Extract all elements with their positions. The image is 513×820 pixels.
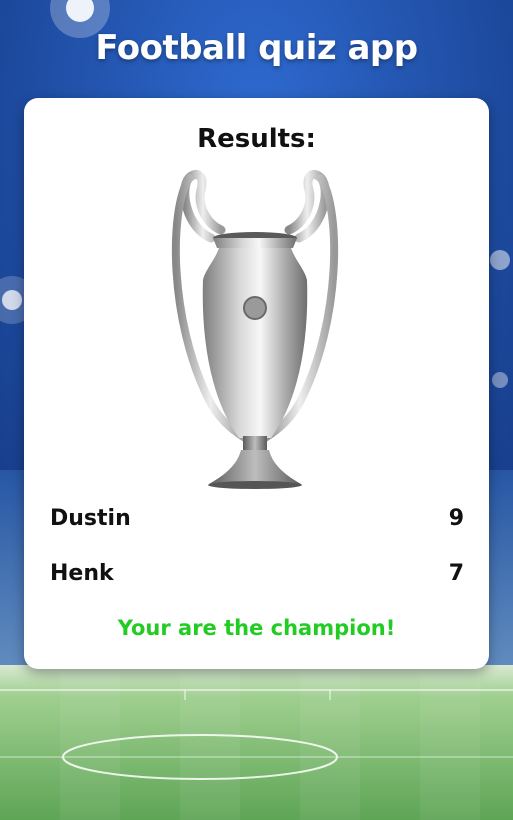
champions-trophy-icon bbox=[149, 170, 363, 500]
player-score: 9 bbox=[448, 506, 464, 531]
results-heading: Results: bbox=[197, 124, 316, 154]
score-row: Henk 7 bbox=[50, 561, 464, 591]
score-row: Dustin 9 bbox=[50, 506, 464, 536]
player-name: Dustin bbox=[50, 506, 131, 531]
results-card: Results: Dustin 9 Henk 7 Your are the ch… bbox=[24, 98, 489, 669]
player-name: Henk bbox=[50, 561, 114, 586]
champion-message: Your are the champion! bbox=[117, 616, 396, 640]
app-title: Football quiz app bbox=[95, 28, 418, 68]
player-score: 7 bbox=[448, 561, 464, 586]
